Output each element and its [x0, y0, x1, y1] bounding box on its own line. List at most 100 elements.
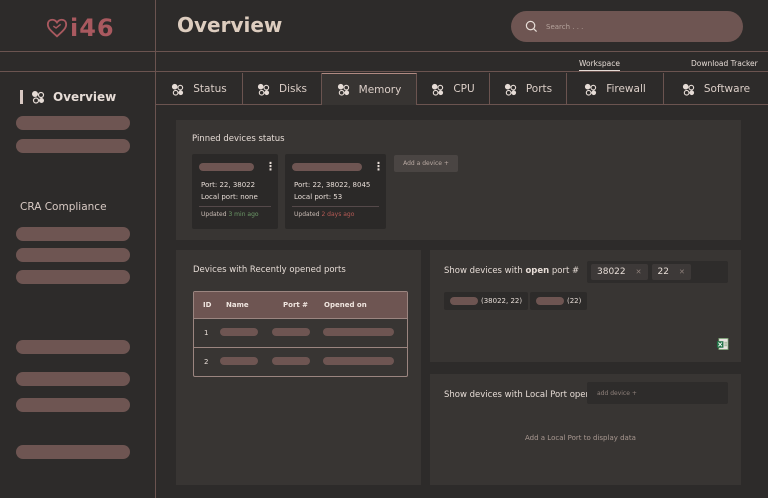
close-icon[interactable]: ✕: [679, 268, 685, 276]
title-prefix: Show devices with: [444, 266, 526, 276]
tab-icon: [682, 83, 695, 96]
pinned-devices-title: Pinned devices status: [192, 134, 285, 144]
tab-label: Status: [193, 83, 227, 95]
sidebar-item[interactable]: [16, 445, 130, 459]
port-filter-input[interactable]: 38022 ✕ 22 ✕: [587, 261, 728, 283]
device-name-placeholder: [536, 297, 564, 305]
download-tracker-link[interactable]: Download Tracker: [691, 59, 758, 68]
device-name-placeholder: [450, 297, 478, 305]
column-header-name: Name: [226, 301, 249, 309]
page-title: Overview: [177, 13, 283, 37]
sidebar-item[interactable]: [16, 139, 130, 153]
card-divider: [292, 206, 379, 207]
updated-prefix: Updated: [201, 211, 229, 218]
title-suffix: port #: [549, 266, 580, 276]
tab-label: Memory: [358, 83, 402, 96]
opened-on-placeholder: [323, 357, 394, 365]
overview-icon: [32, 91, 45, 104]
search-input[interactable]: Search . . .: [546, 23, 583, 31]
sidebar-item-overview[interactable]: Overview: [20, 90, 116, 104]
table-row[interactable]: 2: [194, 347, 407, 376]
search-icon: [525, 20, 538, 33]
tab-software[interactable]: Software: [664, 73, 768, 105]
tab-label: Software: [703, 83, 751, 95]
row-id: 2: [204, 358, 209, 366]
sidebar-item[interactable]: [16, 248, 130, 262]
tab-ports[interactable]: Ports: [490, 73, 567, 105]
sidebar-title-label: Overview: [53, 90, 117, 104]
logo-text: i46: [70, 14, 115, 42]
name-placeholder: [220, 357, 258, 365]
recent-ports-title: Devices with Recently opened ports: [193, 265, 346, 275]
device-updated: Updated 2 days ago: [294, 211, 354, 218]
sub-nav-bar: [0, 53, 768, 72]
tab-cpu[interactable]: CPU: [417, 73, 490, 105]
row-id: 1: [204, 329, 209, 337]
column-header-opened-on: Opened on: [324, 301, 367, 309]
tab-label: Ports: [525, 83, 553, 95]
device-local-port: Local port: 53: [294, 193, 343, 201]
chip-label: 22: [657, 267, 669, 277]
tab-firewall[interactable]: Firewall: [567, 73, 664, 105]
result-tag[interactable]: (38022, 22): [444, 292, 529, 310]
column-header-id: ID: [203, 301, 212, 309]
workspace-link[interactable]: Workspace: [579, 59, 620, 71]
more-icon[interactable]: ⋮: [373, 160, 384, 173]
port-placeholder: [272, 357, 310, 365]
sidebar-item[interactable]: [16, 340, 130, 354]
sidebar-item[interactable]: [16, 372, 130, 386]
tab-label: Disks: [278, 83, 308, 95]
tab-icon: [337, 83, 349, 96]
tab-icon: [172, 83, 184, 96]
updated-prefix: Updated: [294, 211, 322, 218]
device-port: Port: 22, 38022: [201, 181, 256, 189]
table-row[interactable]: 1: [194, 318, 407, 347]
active-indicator: [20, 90, 23, 104]
updated-time: 3 min ago: [228, 211, 259, 218]
tab-status[interactable]: Status: [156, 73, 243, 105]
result-ports: (22): [567, 297, 582, 305]
device-name-placeholder: [199, 163, 254, 171]
name-placeholder: [220, 328, 258, 336]
chip-label: 38022: [597, 267, 626, 277]
tab-bar: Status Disks Memory CPU Ports Firewall S…: [156, 73, 768, 105]
device-name-placeholder: [292, 163, 362, 171]
device-card[interactable]: ⋮ Port: 22, 38022, 8045 Local port: 53 U…: [285, 154, 386, 229]
tab-icon: [504, 83, 517, 96]
excel-export-icon[interactable]: [716, 337, 729, 351]
port-chip[interactable]: 38022 ✕: [591, 264, 648, 280]
sidebar-section-cra-compliance: CRA Compliance: [20, 201, 107, 213]
search-bar[interactable]: Search . . .: [511, 11, 743, 42]
port-chip[interactable]: 22 ✕: [651, 264, 691, 280]
sidebar-item[interactable]: [16, 116, 130, 130]
card-divider: [199, 206, 271, 207]
column-header-port: Port #: [283, 301, 309, 309]
tab-icon: [585, 83, 597, 96]
table-header: ID Name Port # Opened on: [194, 292, 407, 318]
tab-icon: [257, 83, 270, 96]
opened-on-placeholder: [323, 328, 394, 336]
title-bold: open: [525, 266, 550, 276]
device-card[interactable]: ⋮ Port: 22, 38022 Local port: none Updat…: [192, 154, 278, 229]
close-icon[interactable]: ✕: [636, 268, 642, 276]
empty-state-text: Add a Local Port to display data: [525, 434, 636, 442]
tab-icon: [432, 83, 444, 96]
sidebar-item[interactable]: [16, 398, 130, 412]
more-icon[interactable]: ⋮: [265, 160, 276, 173]
app-logo[interactable]: i46: [46, 14, 115, 42]
add-device-button[interactable]: Add a device +: [394, 155, 458, 172]
open-port-title: Show devices with open port #: [444, 266, 579, 276]
device-updated: Updated 3 min ago: [201, 211, 259, 218]
port-placeholder: [272, 328, 310, 336]
result-tag[interactable]: (22): [530, 292, 588, 310]
local-port-title: Show devices with Local Port open: [444, 390, 591, 400]
tab-memory[interactable]: Memory: [322, 73, 417, 105]
sidebar-item[interactable]: [16, 270, 130, 284]
device-local-port: Local port: none: [201, 193, 258, 201]
device-port: Port: 22, 38022, 8045: [294, 181, 371, 189]
sidebar-item[interactable]: [16, 227, 130, 241]
tab-disks[interactable]: Disks: [243, 73, 322, 105]
result-ports: (38022, 22): [481, 297, 523, 305]
updated-time: 2 days ago: [321, 211, 355, 218]
add-device-select[interactable]: add device +: [587, 382, 728, 404]
